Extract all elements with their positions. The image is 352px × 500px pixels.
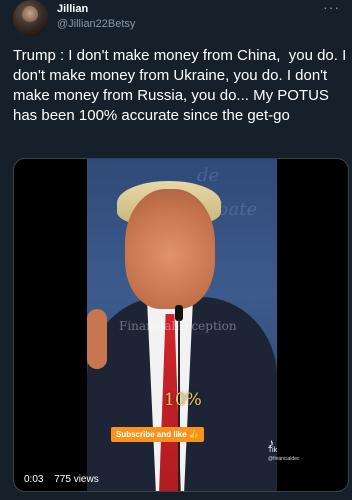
tweet-header: Jillian @Jillian22Betsy ···: [13, 0, 342, 38]
ellipsis-icon[interactable]: ···: [323, 0, 340, 14]
overlay-percent: 10%: [164, 390, 202, 410]
subscribe-badge: Subscribe and like 👍: [111, 427, 204, 442]
tiktok-username: @financialdec: [268, 456, 300, 462]
tweet-text: Trump : I don't make money from China, y…: [13, 47, 351, 124]
video-player[interactable]: de bate FinancialReception 10% Subscribe…: [13, 158, 349, 492]
tiktok-logo-icon: ♪: [268, 436, 274, 450]
head-shape: [125, 189, 215, 309]
display-name[interactable]: Jillian: [57, 3, 88, 15]
background-text: de: [197, 165, 220, 186]
video-time: 0:03: [24, 474, 44, 485]
tiktok-watermark: ♪ Tik @financialdec: [268, 436, 300, 463]
hand-shape: [87, 309, 107, 369]
tweet: Jillian @Jillian22Betsy ··· Trump : I do…: [0, 0, 352, 500]
video-meta: 0:03 775 views: [24, 474, 99, 485]
tiktok-label: Tik: [268, 447, 278, 454]
background-text: bate: [217, 199, 258, 220]
video-views: 775 views: [54, 474, 99, 485]
user-handle[interactable]: @Jillian22Betsy: [57, 18, 135, 30]
avatar[interactable]: [13, 0, 49, 36]
video-watermark: FinancialReception: [119, 319, 237, 333]
